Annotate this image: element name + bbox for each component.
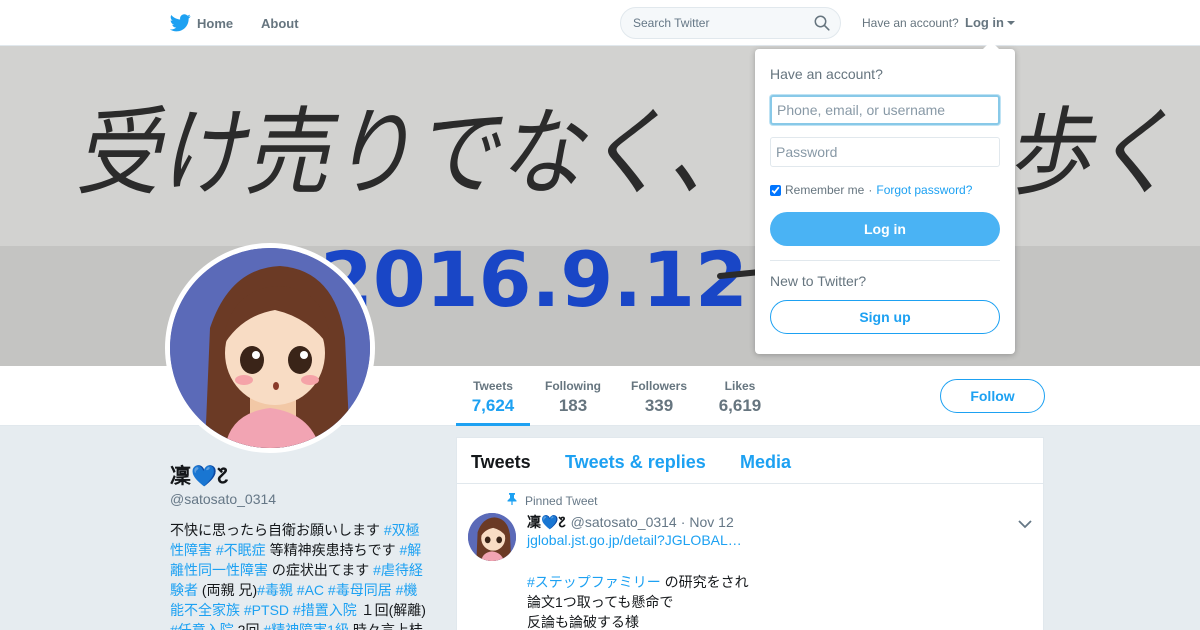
forgot-password-link[interactable]: Forgot password? (876, 183, 972, 197)
twitter-bird-icon[interactable] (169, 14, 191, 37)
new-to-twitter-text: New to Twitter? (770, 273, 867, 289)
tweet-text: #ステップファミリー の研究をされ 論文1つ取っても懸命で 反論も論破する様 (527, 572, 749, 630)
avatar-image (170, 248, 370, 448)
bio-hashtag[interactable]: #任意入院 (170, 622, 234, 630)
search-box (620, 7, 841, 39)
top-navigation-bar: Home About Have an account? Log in (0, 0, 1200, 46)
caret-down-icon (1007, 20, 1015, 25)
timeline: Tweets Tweets & replies Media Pinned Twe… (456, 437, 1044, 630)
tab-media[interactable]: Media (740, 452, 791, 473)
tweet-separator: · (680, 514, 686, 530)
profile-name[interactable]: 凜💙᱗ (170, 460, 228, 490)
profile-handle[interactable]: @satosato_0314 (170, 491, 276, 507)
tweet-line: #ステップファミリー の研究をされ (527, 572, 749, 592)
stat-label: Likes (724, 379, 756, 393)
bio-text: １回(解離) (356, 602, 426, 618)
search-input[interactable] (621, 8, 806, 38)
signup-button[interactable]: Sign up (770, 300, 1000, 334)
login-toggle-label: Log in (965, 15, 1004, 30)
pinned-label-text: Pinned Tweet (525, 493, 598, 508)
profile-avatar[interactable] (165, 243, 375, 453)
bio-text: 不快に思ったら自衛お願いします (170, 522, 384, 538)
follow-button[interactable]: Follow (940, 379, 1045, 413)
stat-likes[interactable]: Likes 6,619 (712, 366, 768, 426)
bio-hashtag[interactable]: #精神障害1級 (263, 622, 349, 630)
tweet-author-handle[interactable]: @satosato_0314 (571, 514, 677, 530)
stat-label: Tweets (473, 379, 513, 393)
divider (770, 260, 1000, 261)
bio-hashtag[interactable]: #PTSD (244, 602, 289, 618)
profile-bio: 不快に思ったら自衛お願いします #双極性障害 #不眠症 等精神疾患持ちです #解… (170, 520, 430, 630)
bio-hashtag[interactable]: #毒親 (257, 582, 293, 598)
pinned-tweet-label: Pinned Tweet (507, 493, 598, 508)
remember-me-checkbox[interactable] (770, 184, 781, 196)
bio-text: 等精神疾患持ちです (265, 542, 400, 558)
pin-icon (507, 493, 517, 508)
tweet-timestamp[interactable]: Nov 12 (689, 514, 733, 530)
stat-value: 6,619 (718, 396, 762, 415)
tweet-header: 凜💙᱗ @satosato_0314 · Nov 12 (527, 512, 734, 532)
stat-followers[interactable]: Followers 339 (626, 366, 692, 426)
tweet-line: 論文1つ取っても懸命で (527, 594, 674, 610)
bio-hashtag[interactable]: #毒母同居 (328, 582, 392, 598)
bio-hashtag[interactable]: #不眠症 (216, 542, 266, 558)
remember-dot: · (868, 183, 873, 197)
tweet-avatar[interactable] (468, 513, 516, 561)
bio-text: 2回 (233, 622, 264, 630)
tweet-author-name[interactable]: 凜💙᱗ (527, 512, 566, 532)
login-panel-title: Have an account? (770, 66, 883, 82)
bio-text: の症状出てます (268, 562, 374, 578)
username-field[interactable] (770, 95, 1000, 125)
tab-tweets-replies[interactable]: Tweets & replies (565, 452, 706, 473)
stat-tweets[interactable]: Tweets 7,624 (456, 366, 530, 426)
banner-date: 2016.9.12 (320, 235, 748, 324)
login-dropdown-panel: Have an account? Remember me · Forgot pa… (755, 41, 1015, 354)
timeline-tabs: Tweets Tweets & replies Media (457, 438, 1043, 484)
login-button[interactable]: Log in (770, 212, 1000, 246)
nav-about-link[interactable]: About (261, 0, 299, 46)
remember-me-label[interactable]: Remember me (785, 183, 864, 197)
bio-hashtag[interactable]: #AC (297, 582, 324, 598)
have-account-text: Have an account? (862, 16, 959, 30)
remember-me-row: Remember me · Forgot password? (770, 183, 972, 197)
chevron-down-icon[interactable] (1018, 516, 1032, 534)
stat-value: 183 (558, 396, 588, 415)
password-field[interactable] (770, 137, 1000, 167)
stat-value: 7,624 (471, 396, 515, 415)
stat-value: 339 (644, 396, 674, 415)
tweet-hashtag[interactable]: #ステップファミリー (527, 574, 661, 590)
stat-label: Followers (630, 379, 687, 393)
tweet-line-text: の研究をされ (660, 574, 749, 590)
bio-hashtag[interactable]: #措置入院 (293, 602, 357, 618)
search-icon[interactable] (814, 15, 830, 36)
tab-tweets[interactable]: Tweets (471, 452, 531, 473)
bio-text: 時々言上桂 (348, 622, 423, 630)
stat-label: Following (545, 379, 601, 393)
tweet-line: 反論も論破する様 (527, 614, 639, 630)
login-dropdown-toggle[interactable]: Log in (965, 15, 1015, 30)
tweet-link[interactable]: jglobal.jst.go.jp/detail?JGLOBAL… (527, 532, 742, 548)
nav-home-link[interactable]: Home (197, 0, 233, 46)
stat-following[interactable]: Following 183 (540, 366, 606, 426)
bio-text: (両親 兄) (198, 582, 258, 598)
